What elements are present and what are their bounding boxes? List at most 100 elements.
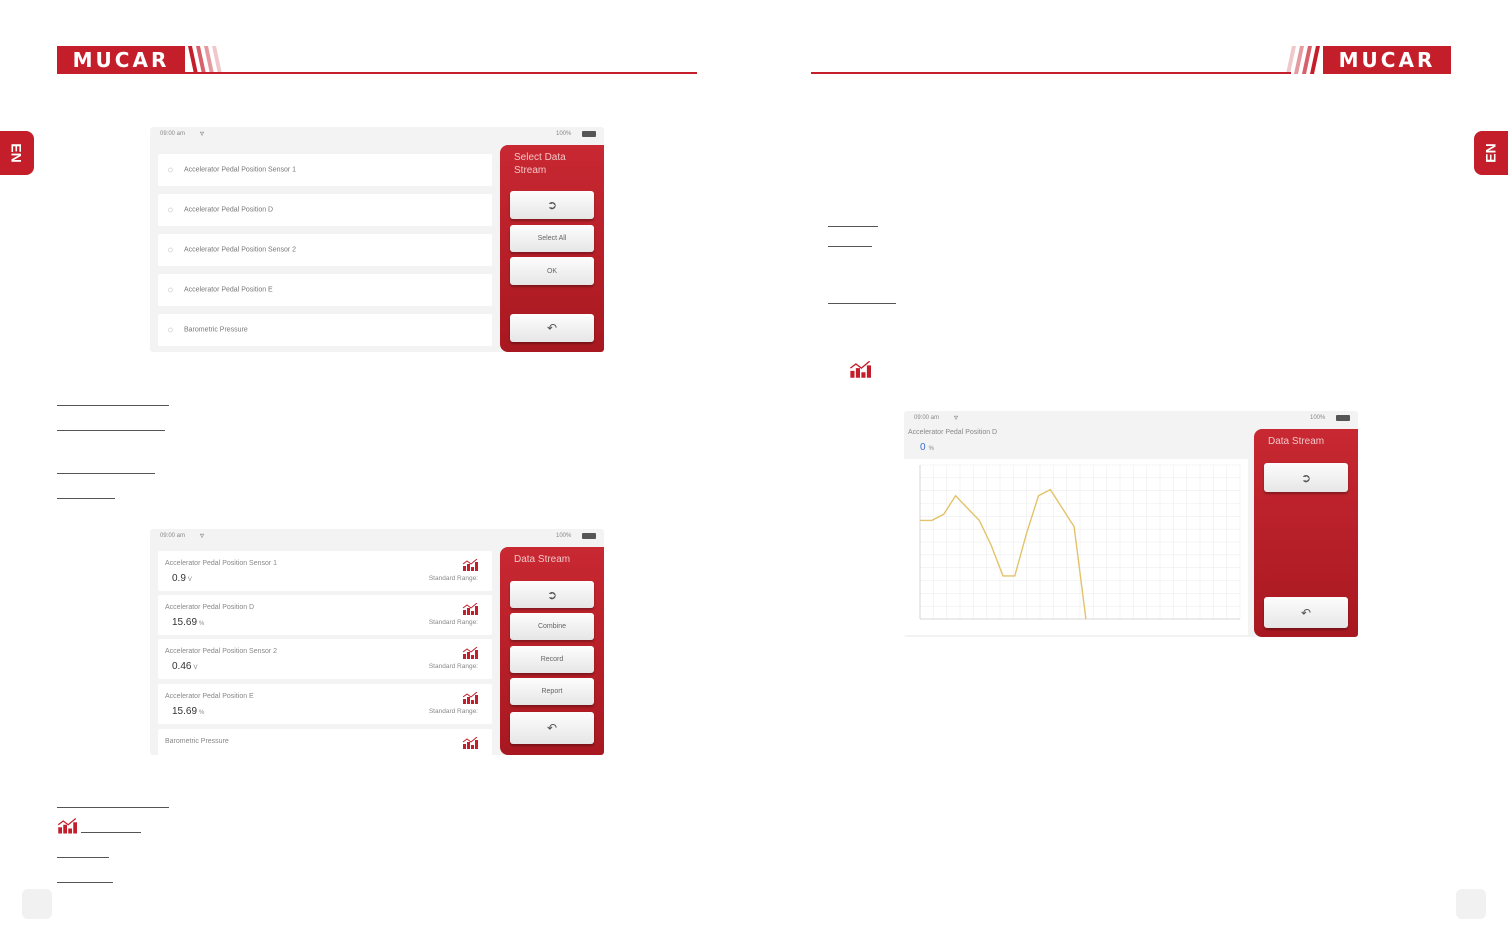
- item-label: Accelerator Pedal Position Sensor 2: [184, 246, 297, 254]
- manual-spread: MUCAR MUCAR EN EN 09:00 am ▿ 100% Accele…: [0, 0, 1508, 941]
- brand-logo-left: MUCAR: [57, 46, 185, 74]
- screenshot-data-stream: 09:00 am ▿ 100% Accelerator Pedal Positi…: [150, 529, 604, 755]
- combine-label: Combine: [537, 623, 566, 630]
- pid-value: 0%: [920, 442, 934, 453]
- side-panel: Data Stream ➲ Combine Record Report ↶: [500, 547, 604, 755]
- wifi-icon: ▿: [200, 129, 205, 138]
- screenshot-select-data-stream: 09:00 am ▿ 100% Accelerator Pedal Positi…: [150, 127, 604, 352]
- status-time: 09:00 am: [160, 131, 186, 137]
- battery-level: 100%: [556, 131, 572, 137]
- line-chart: [904, 459, 1248, 635]
- text-underline: [57, 882, 113, 883]
- status-bar: 09:00 am ▿ 100%: [904, 411, 1358, 425]
- side-panel: Select Data Stream ➲ Select All OK ↶: [500, 145, 604, 352]
- text-underline: [57, 405, 169, 406]
- standard-range: Standard Range:: [428, 708, 478, 715]
- status-time: 09:00 am: [914, 415, 940, 421]
- series-line: [920, 488, 1087, 620]
- exit-icon: ➲: [546, 587, 558, 602]
- pid-name: Accelerator Pedal Position E: [165, 693, 254, 700]
- page-number-left: [22, 889, 52, 919]
- back-icon: ↶: [546, 321, 558, 335]
- standard-range: Standard Range:: [428, 619, 478, 626]
- ok-button[interactable]: OK: [510, 257, 594, 285]
- battery-icon: [582, 131, 596, 137]
- panel-title: Select Data Stream: [514, 152, 566, 176]
- battery-level: 100%: [1310, 415, 1326, 421]
- header-rule-left: [185, 72, 697, 74]
- exit-button[interactable]: ➲: [510, 581, 594, 608]
- data-row[interactable]: Accelerator Pedal Position D 15.69% Stan…: [158, 595, 492, 635]
- graph-icon[interactable]: [462, 559, 478, 571]
- pid-value: 15.69%: [172, 617, 205, 628]
- record-label: Record: [540, 656, 564, 663]
- back-button[interactable]: ↶: [510, 314, 594, 342]
- wifi-icon: ▿: [954, 413, 959, 422]
- graph-icon[interactable]: [462, 692, 478, 704]
- record-button[interactable]: Record: [510, 646, 594, 673]
- checkbox[interactable]: [168, 167, 173, 173]
- graph-icon[interactable]: [462, 647, 478, 659]
- list-item[interactable]: Accelerator Pedal Position Sensor 1: [158, 154, 492, 186]
- text-underline: [828, 303, 896, 304]
- text-underline: [828, 246, 872, 247]
- panel-title: Data Stream: [1268, 436, 1325, 447]
- exit-icon: ➲: [1300, 470, 1312, 485]
- wifi-icon: ▿: [200, 531, 205, 540]
- list-item[interactable]: Accelerator Pedal Position D: [158, 194, 492, 226]
- data-row[interactable]: Barometric Pressure: [158, 729, 492, 755]
- graph-icon: [57, 818, 77, 834]
- status-time: 09:00 am: [160, 533, 186, 539]
- select-all-label: Select All: [537, 235, 567, 242]
- pid-name: Accelerator Pedal Position D: [908, 429, 998, 436]
- back-button[interactable]: ↶: [510, 712, 594, 744]
- pid-value: 0.9 V: [172, 573, 192, 584]
- list-item[interactable]: Accelerator Pedal Position E: [158, 274, 492, 306]
- checkbox[interactable]: [168, 247, 173, 253]
- page-number-right: [1456, 889, 1486, 919]
- list-item[interactable]: Accelerator Pedal Position Sensor 2: [158, 234, 492, 266]
- graph-icon: [849, 361, 871, 378]
- logo-stripes-left: [188, 46, 222, 74]
- item-label: Barometric Pressure: [184, 326, 248, 334]
- battery-icon: [582, 533, 596, 539]
- pid-name: Barometric Pressure: [165, 738, 229, 745]
- ok-label: OK: [546, 267, 558, 275]
- list-item[interactable]: Barometric Pressure: [158, 314, 492, 346]
- language-tab-left: EN: [0, 131, 34, 175]
- standard-range: Standard Range:: [428, 663, 478, 670]
- language-tab-right: EN: [1474, 131, 1508, 175]
- standard-range: Standard Range:: [428, 575, 478, 582]
- pid-value: 15.69%: [172, 706, 205, 717]
- text-underline: [57, 430, 165, 431]
- text-underline: [828, 226, 878, 227]
- data-row[interactable]: Accelerator Pedal Position E 15.69% Stan…: [158, 684, 492, 724]
- header-rule-right: [811, 72, 1291, 74]
- checkbox[interactable]: [168, 327, 173, 333]
- battery-icon: [1336, 415, 1350, 421]
- report-button[interactable]: Report: [510, 678, 594, 705]
- back-button[interactable]: ↶: [1264, 597, 1348, 628]
- battery-level: 100%: [556, 533, 572, 539]
- select-all-button[interactable]: Select All: [510, 225, 594, 252]
- data-row[interactable]: Accelerator Pedal Position Sensor 2 0.46…: [158, 639, 492, 679]
- screenshot-data-stream-graph: 09:00 am ▿ 100% Accelerator Pedal Positi…: [904, 411, 1358, 637]
- graph-icon[interactable]: [462, 737, 478, 749]
- exit-icon: ➲: [546, 198, 558, 212]
- graph-icon[interactable]: [462, 603, 478, 615]
- report-label: Report: [541, 688, 563, 695]
- pid-value: 0.46 V: [172, 661, 198, 672]
- checkbox[interactable]: [168, 207, 173, 213]
- text-underline: [57, 498, 115, 499]
- back-icon: ↶: [1300, 605, 1312, 620]
- item-label: Accelerator Pedal Position D: [184, 206, 274, 214]
- checkbox[interactable]: [168, 287, 173, 293]
- logo-stripes-right: [1286, 46, 1320, 74]
- exit-button[interactable]: ➲: [1264, 463, 1348, 492]
- pid-name: Accelerator Pedal Position Sensor 1: [165, 560, 278, 567]
- data-row[interactable]: Accelerator Pedal Position Sensor 1 0.9 V…: [158, 551, 492, 591]
- combine-button[interactable]: Combine: [510, 613, 594, 640]
- exit-button[interactable]: ➲: [510, 191, 594, 219]
- pid-name: Accelerator Pedal Position Sensor 2: [165, 648, 278, 655]
- status-bar: 09:00 am ▿ 100%: [150, 529, 604, 543]
